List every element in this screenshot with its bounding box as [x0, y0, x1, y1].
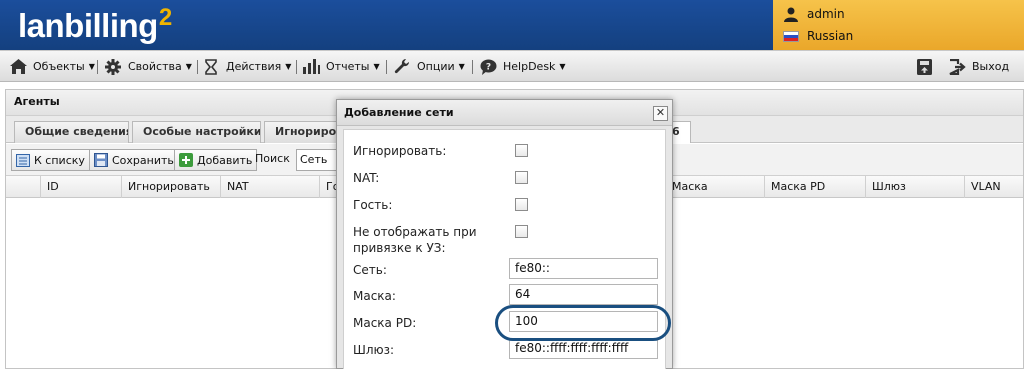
highlight-oval: [495, 305, 671, 341]
menu-helpdesk[interactable]: ? HelpDesk ▼: [479, 51, 566, 82]
chat-icon: ?: [479, 58, 497, 76]
language-label: Russian: [807, 29, 854, 43]
guest-checkbox[interactable]: [515, 198, 528, 211]
back-to-list-button[interactable]: К списку: [11, 149, 90, 171]
menu-properties-label: Свойства: [128, 60, 182, 73]
save-state-button[interactable]: [915, 51, 939, 82]
hourglass-icon: [202, 58, 220, 76]
column-gateway[interactable]: Шлюз: [866, 176, 965, 198]
menu-separator: [97, 60, 98, 74]
hide-on-bind-checkbox[interactable]: [515, 225, 528, 238]
column-ignore[interactable]: Игнорировать: [122, 176, 221, 198]
menu-options-label: Опции: [417, 60, 455, 73]
menu-reports-label: Отчеты: [326, 60, 370, 73]
app-logo: lanbilling2: [18, 4, 172, 44]
menu-helpdesk-label: HelpDesk: [503, 60, 556, 73]
exit-label: Выход: [972, 60, 1010, 73]
gear-icon: [104, 58, 122, 76]
mask-label: Маска:: [353, 289, 396, 303]
main-menu: Объекты ▼ Свойства ▼ Действия ▼ Отчеты ▼…: [0, 50, 1024, 82]
plus-icon: [179, 153, 193, 167]
menu-reports[interactable]: Отчеты ▼: [302, 51, 380, 82]
menu-properties[interactable]: Свойства ▼: [104, 51, 192, 82]
menu-actions-label: Действия: [226, 60, 282, 73]
network-label: Сеть:: [353, 263, 387, 277]
chevron-down-icon: ▼: [373, 62, 380, 71]
back-to-list-label: К списку: [34, 153, 85, 167]
dialog-title: Добавление сети: [337, 100, 672, 126]
nat-checkbox[interactable]: [515, 171, 528, 184]
menu-objects-label: Объекты: [33, 60, 85, 73]
wrench-icon: [393, 58, 411, 76]
tab-ignored[interactable]: Игнорирова: [264, 121, 344, 143]
language-selector[interactable]: Russian: [781, 28, 853, 44]
user-account[interactable]: admin: [781, 6, 845, 22]
mask-pd-label: Маска PD:: [353, 316, 417, 330]
search-label: Поиск: [255, 152, 290, 165]
user-icon: [781, 6, 801, 22]
bar-chart-icon: [302, 58, 320, 76]
guest-label: Гость:: [353, 198, 393, 212]
add-label: Добавить: [197, 153, 253, 167]
exit-button[interactable]: Выход: [948, 51, 1009, 82]
tab-special-settings[interactable]: Особые настройки: [132, 121, 261, 143]
menu-separator: [296, 60, 297, 74]
user-name: admin: [807, 7, 845, 21]
save-button[interactable]: Сохранить: [89, 149, 179, 171]
user-panel: admin Russian: [773, 0, 1024, 50]
save-icon: [94, 153, 108, 167]
menu-objects[interactable]: Объекты ▼: [9, 51, 95, 82]
ignore-checkbox[interactable]: [515, 144, 528, 157]
chevron-down-icon: ▼: [458, 62, 465, 71]
column-mask[interactable]: Маска: [666, 176, 765, 198]
logout-icon: [948, 58, 966, 76]
column-nat[interactable]: NAT: [221, 176, 320, 198]
tab-general[interactable]: Общие сведения: [14, 121, 129, 143]
column-checkbox[interactable]: [6, 176, 41, 198]
close-icon[interactable]: ✕: [653, 106, 668, 121]
menu-separator: [472, 60, 473, 74]
floppy-icon: [915, 58, 933, 76]
hide-on-bind-label: Не отображать при привязке к УЗ:: [353, 225, 477, 255]
svg-text:?: ?: [485, 62, 490, 72]
add-button[interactable]: Добавить: [174, 149, 258, 171]
column-vlan[interactable]: VLAN: [965, 176, 1023, 198]
menu-separator: [197, 60, 198, 74]
menu-actions[interactable]: Действия ▼: [202, 51, 291, 82]
chevron-down-icon: ▼: [285, 62, 292, 71]
ignore-label: Игнорировать:: [353, 144, 447, 158]
menu-separator: [386, 60, 387, 74]
chevron-down-icon: ▼: [559, 62, 566, 71]
column-mask-pd[interactable]: Маска PD: [765, 176, 866, 198]
network-input[interactable]: fe80::: [509, 258, 658, 279]
nat-label: NAT:: [353, 171, 380, 185]
chevron-down-icon: ▼: [88, 62, 95, 71]
building-icon: [9, 58, 27, 76]
menu-options[interactable]: Опции ▼: [393, 51, 465, 82]
gateway-label: Шлюз:: [353, 343, 395, 357]
gateway-input[interactable]: fe80::ffff:ffff:ffff:ffff: [509, 338, 658, 359]
save-label: Сохранить: [112, 153, 174, 167]
list-icon: [16, 153, 30, 167]
mask-input[interactable]: 64: [509, 284, 658, 305]
column-id[interactable]: ID: [41, 176, 122, 198]
russian-flag-icon: [781, 28, 801, 44]
chevron-down-icon: ▼: [185, 62, 192, 71]
